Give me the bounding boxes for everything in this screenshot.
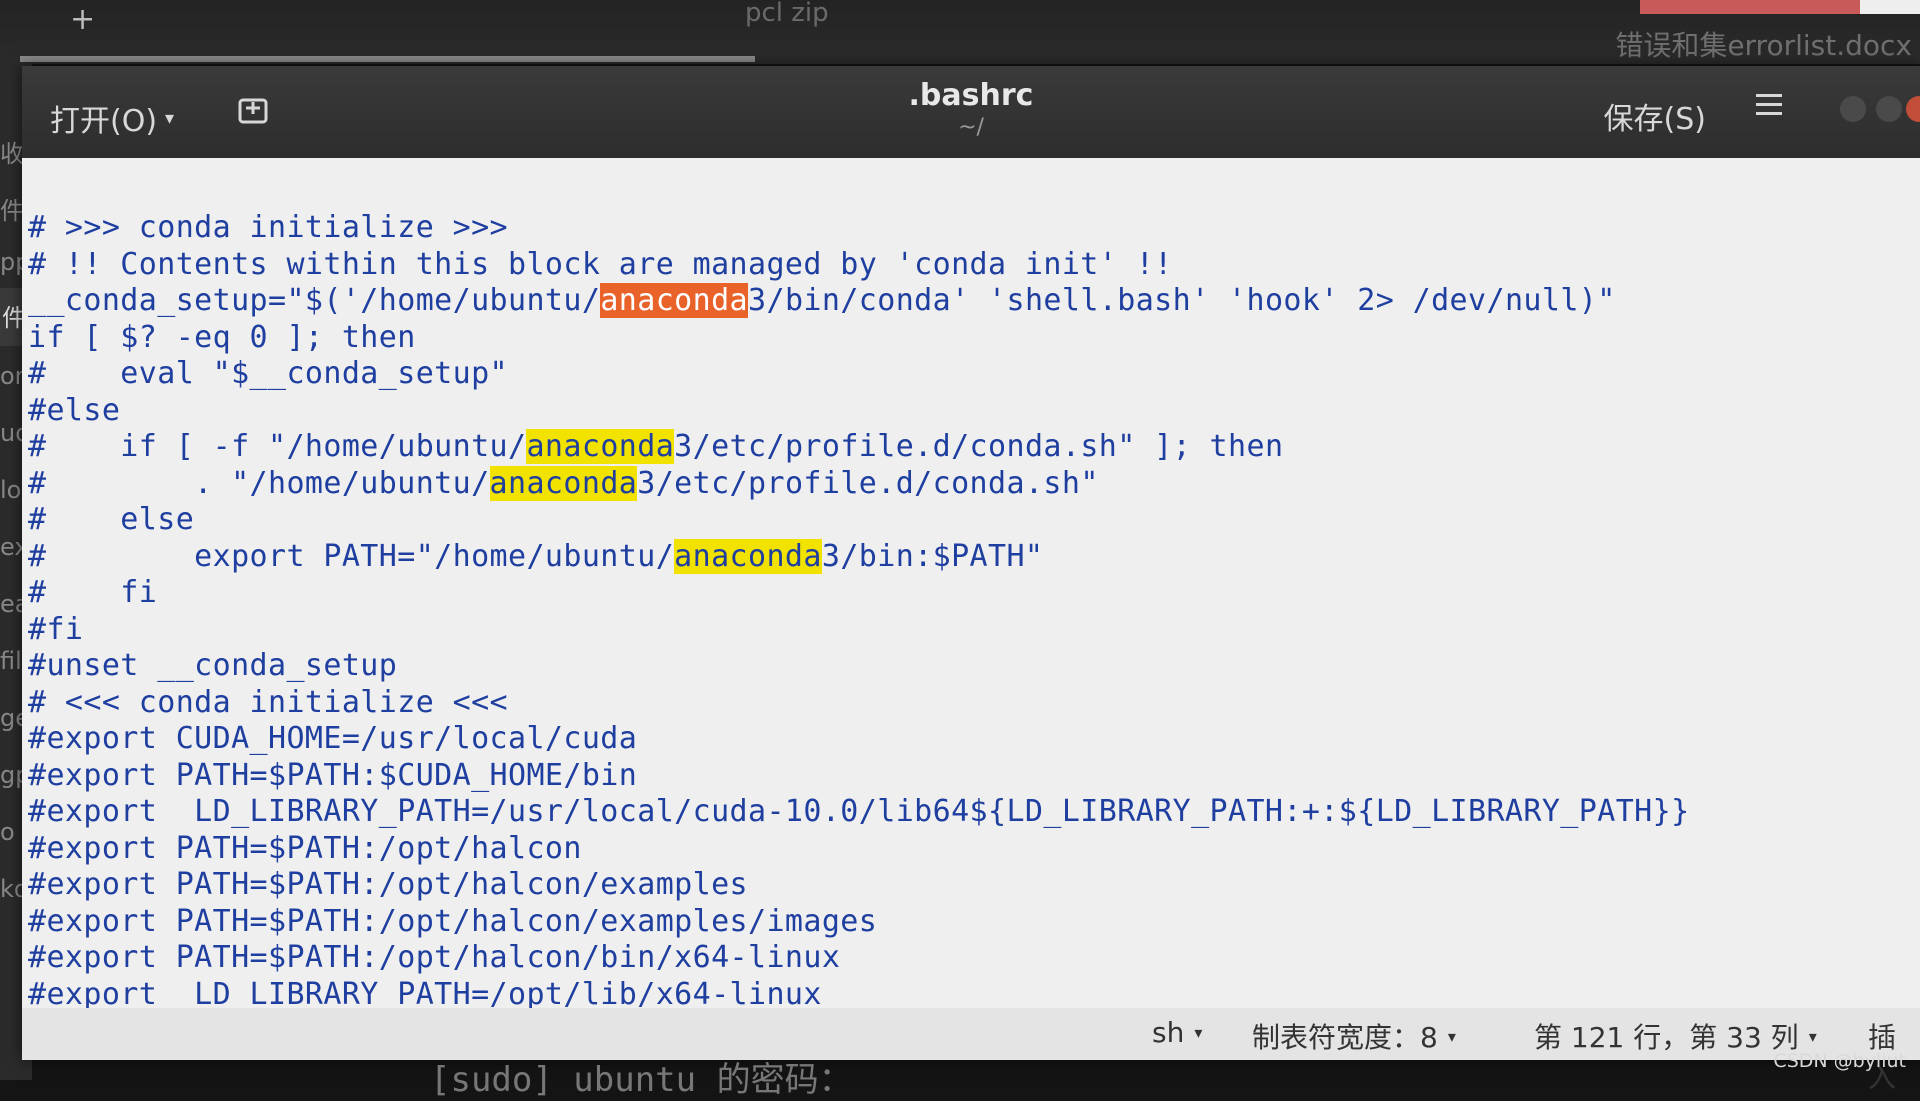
search-match: anaconda [526,429,675,464]
code-line[interactable]: if [ $? -eq 0 ]; then [28,320,1690,357]
desktop-top-bar: + pcl zip 错误和集errorlist.docx [0,0,1920,64]
code-line[interactable]: #export CUDA_HOME=/usr/local/cuda [28,721,1690,758]
chevron-down-icon: ▾ [1808,1026,1817,1046]
watermark: CSDN @byliut [1773,1050,1906,1072]
code-line[interactable]: #else [28,393,1690,430]
code-segment: __conda_setup="$('/home/ubuntu/ [28,283,601,318]
code-line[interactable]: #export PATH=$PATH:/opt/halcon/bin/x64-l… [28,940,1690,977]
code-line[interactable]: # >>> conda initialize >>> [28,210,1690,247]
language-label: sh [1152,1016,1185,1049]
code-line[interactable]: #export PATH=$PATH:$CUDA_HOME/bin [28,758,1690,795]
code-line[interactable]: # fi [28,575,1690,612]
code-line[interactable]: #export PATH=$PATH:/opt/halcon/examples/… [28,904,1690,941]
code-line[interactable]: # if [ -f "/home/ubuntu/anaconda3/etc/pr… [28,429,1690,466]
code-segment: # export PATH="/home/ubuntu/ [28,538,675,574]
code-line[interactable]: # !! Contents within this block are mana… [28,247,1690,284]
terminal-sudo-prompt: [sudo] ubuntu 的密码： [430,1060,853,1100]
background-tab-decoration [1640,0,1920,14]
maximize-button[interactable] [1876,96,1902,122]
code-line[interactable]: # eval "$__conda_setup" [28,356,1690,393]
code-line[interactable]: #export PATH=$PATH:/opt/halcon/examples [28,867,1690,904]
sidebar-fragment: o [0,818,15,846]
minimize-button[interactable] [1840,96,1866,122]
code-line[interactable]: # export PATH="/home/ubuntu/anaconda3/bi… [28,538,1690,576]
code-line[interactable]: # <<< conda initialize <<< [28,685,1690,722]
status-bar: sh ▾ 制表符宽度：8 ▾ 第 121 行，第 33 列 ▾ 插入 [22,1008,1920,1094]
sidebar-fragment: 收 [0,140,24,168]
code-line[interactable]: #export PATH=$PATH:/opt/halcon [28,831,1690,868]
code-segment: # . "/home/ubuntu/ [28,465,490,501]
background-progress-bar [20,56,755,62]
code-segment: 3/etc/profile.d/conda.sh" [637,465,1099,501]
header-bar: 打开(O) ▾ .bashrc ~/ 保存(S) [22,66,1920,158]
code-line[interactable]: #export LD_LIBRARY_PATH=/usr/local/cuda-… [28,794,1690,831]
code-line[interactable]: #fi [28,612,1690,649]
code-line[interactable]: #unset __conda_setup [28,648,1690,685]
code-line[interactable]: #export LD_LIBRARY_PATH=/opt/lib/x64-lin… [28,977,1690,1009]
search-match: anaconda [489,465,638,501]
hamburger-icon[interactable] [1756,94,1782,120]
chevron-down-icon: ▾ [1194,1023,1203,1042]
code-segment: 3/bin/conda' 'shell.bash' 'hook' 2> /dev… [748,283,1616,318]
code-text[interactable]: # >>> conda initialize >>> # !! Contents … [28,210,1690,1008]
chevron-down-icon: ▾ [1447,1026,1456,1046]
tab-width-label: 制表符宽度：8 [1252,1021,1438,1054]
code-segment: 3/bin:$PATH" [821,538,1044,574]
save-button[interactable]: 保存(S) [1604,94,1706,138]
background-window-title: pcl zip [745,0,829,28]
text-view[interactable]: # >>> conda initialize >>> # !! Contents … [22,158,1920,1008]
code-line[interactable]: # . "/home/ubuntu/anaconda3/etc/profile.… [28,465,1690,503]
code-segment: 3/etc/profile.d/conda.sh" ]; then [674,429,1284,464]
sidebar-fragment: 件 [0,197,24,225]
search-match: anaconda [674,538,822,574]
code-line[interactable]: __conda_setup="$('/home/ubuntu/anaconda3… [28,283,1690,320]
code-segment: # if [ -f "/home/ubuntu/ [28,429,527,464]
tab-width-selector[interactable]: 制表符宽度：8 ▾ [1252,1016,1456,1056]
add-tab-icon[interactable]: + [70,2,95,37]
current-search-match: anaconda [600,283,749,318]
code-line[interactable]: # else [28,502,1690,539]
gedit-window: 打开(O) ▾ .bashrc ~/ 保存(S) # >>> conda ini… [22,66,1920,1094]
language-selector[interactable]: sh ▾ [1152,1016,1202,1049]
cursor-position-label: 第 121 行，第 33 列 [1534,1021,1799,1054]
background-doc-name: 错误和集errorlist.docx [1615,29,1912,62]
